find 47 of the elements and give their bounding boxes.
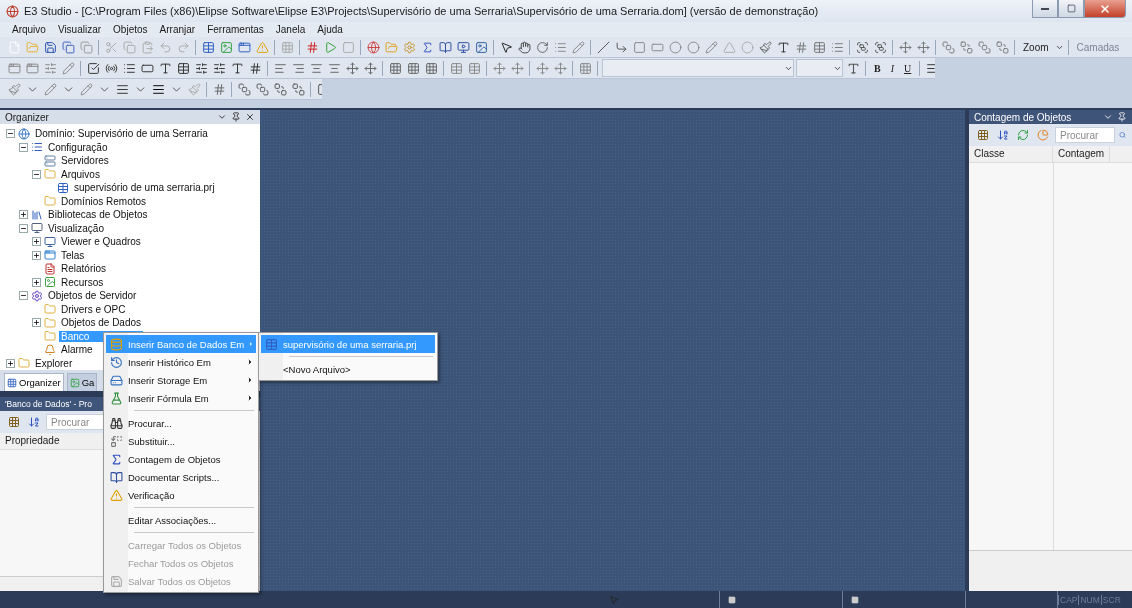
- tree-item[interactable]: Arquivos: [59, 168, 102, 180]
- bold-button[interactable]: B: [870, 59, 885, 77]
- tree-item[interactable]: Objetos de Dados: [59, 317, 144, 329]
- menu-item[interactable]: Editar Associações...: [106, 511, 256, 529]
- italic-button[interactable]: I: [886, 59, 898, 77]
- menu-item[interactable]: Substituir...: [106, 432, 256, 450]
- tree-item[interactable]: Configuração: [46, 141, 110, 153]
- menu-bar-item[interactable]: Ferramentas: [203, 24, 268, 35]
- tree-item[interactable]: Domínios Remotos: [59, 195, 149, 207]
- menu-bar-item[interactable]: Arquivo: [8, 24, 50, 35]
- tree-item[interactable]: Visualização: [46, 222, 106, 234]
- status-indicator: NUM: [1078, 594, 1101, 605]
- zoom-dropdown[interactable]: Zoom: [1019, 38, 1053, 56]
- panel-title: Organizer: [5, 111, 50, 123]
- tree-item[interactable]: Recursos: [59, 276, 106, 288]
- status-indicator: CAP: [1058, 594, 1079, 605]
- tree-item[interactable]: Relatórios: [59, 263, 109, 275]
- menu-bar-item[interactable]: Janela: [271, 24, 310, 35]
- menu-item[interactable]: Contagem de Objetos: [106, 450, 256, 468]
- tree-item[interactable]: Viewer e Quadros: [59, 236, 143, 248]
- tree-item[interactable]: Objetos de Servidor: [46, 290, 139, 302]
- menu-item[interactable]: Inserir Histórico Em: [106, 353, 256, 371]
- menu-item[interactable]: <Novo Arquivo>: [261, 360, 435, 378]
- tree-item[interactable]: Telas: [59, 249, 87, 261]
- menu-item[interactable]: Verificação: [106, 486, 256, 504]
- menu-bar-item[interactable]: Objetos: [109, 24, 152, 35]
- window-title: E3 Studio - [C:\Program Files (x86)\Elipse Software\Elipse E3\Projects\Supervisório de uma Serraria\Supervisório de uma Serraria.dom] (versão de demonstração): [24, 5, 820, 17]
- search-field[interactable]: Procurar: [1055, 127, 1115, 143]
- panel-tab[interactable]: Ga: [66, 373, 98, 391]
- menu-item[interactable]: Inserir Storage Em: [106, 371, 256, 389]
- tree-item[interactable]: Domínio: Supervisório de uma Serraria: [33, 128, 210, 140]
- menu-bar-item[interactable]: Visualizar: [53, 24, 106, 35]
- tree-item[interactable]: Alarme: [59, 344, 95, 356]
- tree-item[interactable]: Explorer: [33, 357, 75, 369]
- menu-bar-item[interactable]: Arranjar: [155, 24, 200, 35]
- tree-item[interactable]: supervisório de uma serraria.prj: [72, 182, 217, 194]
- underline-button[interactable]: U: [900, 59, 916, 77]
- menu-item[interactable]: Documentar Scripts...: [106, 468, 256, 486]
- tree-item[interactable]: Servidores: [59, 155, 111, 167]
- tree-item[interactable]: Drivers e OPC: [59, 303, 128, 315]
- tree-item[interactable]: Bibliotecas de Objetos: [46, 209, 150, 221]
- menu-bar-item[interactable]: Ajuda: [313, 24, 347, 35]
- panel-tab[interactable]: Organizer: [4, 373, 64, 391]
- panel-title: Contagem de Objetos: [974, 111, 1073, 123]
- column-header: Classe: [969, 146, 1053, 162]
- column-header: Contagem: [1053, 146, 1111, 162]
- menu-item[interactable]: Inserir Fórmula Em: [106, 389, 256, 407]
